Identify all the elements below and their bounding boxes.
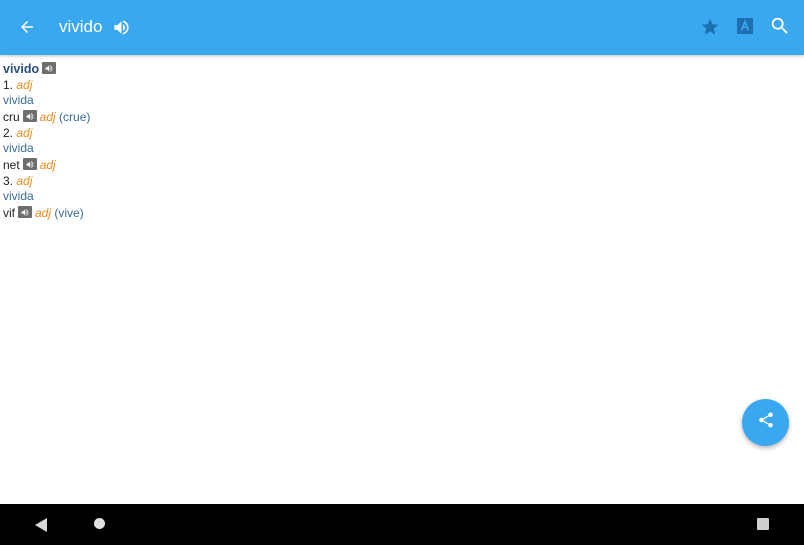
speaker-icon[interactable] [22, 158, 37, 170]
sense-gloss: vivida [3, 141, 783, 156]
translation-word: cru [3, 109, 20, 124]
app-bar: vivido [0, 0, 804, 55]
sense-gloss: vivida [3, 189, 783, 204]
back-arrow-icon[interactable] [14, 14, 40, 40]
translation-line: vif adj (vive) [3, 205, 84, 221]
search-icon[interactable] [769, 15, 791, 37]
sense-header: 2. adj [3, 126, 783, 141]
translation-line: cru adj (crue) [3, 109, 91, 125]
part-of-speech: adj [39, 157, 56, 172]
nav-back-icon[interactable] [34, 517, 48, 533]
sense-number: 1. [3, 78, 14, 92]
share-button[interactable] [742, 399, 789, 446]
speaker-icon[interactable] [18, 206, 32, 218]
gloss-word[interactable]: vivida [3, 141, 34, 156]
sense-number: 2. [3, 126, 14, 140]
part-of-speech: adj [35, 205, 52, 220]
sense-header: 1. adj [3, 78, 783, 93]
part-of-speech: adj [16, 78, 33, 92]
translate-icon[interactable] [736, 17, 754, 35]
translation-line: net adj [3, 156, 783, 174]
headword-line: vivido [3, 60, 783, 78]
translation-word: vif [3, 205, 15, 220]
sense-number: 3. [3, 174, 14, 188]
part-of-speech: adj [16, 126, 33, 140]
headword: vivido [3, 61, 40, 76]
nav-recents-icon[interactable] [757, 518, 769, 530]
sense-header: 3. adj [3, 174, 783, 189]
system-nav-bar [0, 504, 804, 545]
sense-gloss: vivida [3, 93, 783, 108]
nav-home-icon[interactable] [94, 518, 105, 529]
share-icon [757, 411, 775, 434]
page-title: vivido [59, 17, 103, 36]
dictionary-entry: vivido 1. adj vivida cru adj (crue) 2. a… [3, 60, 783, 222]
speaker-icon[interactable] [110, 16, 132, 38]
feminine-form[interactable]: vive [58, 206, 79, 221]
speaker-icon[interactable] [22, 110, 37, 122]
gloss-word[interactable]: vivida [3, 189, 34, 204]
feminine-form[interactable]: crue [63, 110, 86, 125]
part-of-speech: adj [16, 174, 33, 188]
translation-word: net [3, 157, 20, 172]
gloss-word[interactable]: vivida [3, 93, 34, 108]
star-icon[interactable] [700, 17, 720, 37]
part-of-speech: adj [39, 109, 56, 124]
speaker-icon[interactable] [42, 62, 57, 74]
